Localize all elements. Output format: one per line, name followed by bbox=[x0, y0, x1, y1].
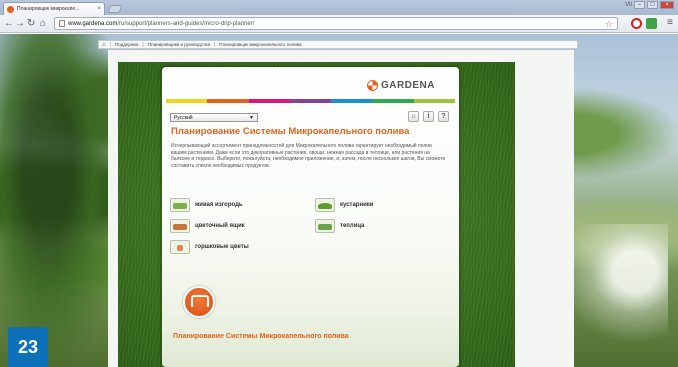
figure-number-badge: 23 bbox=[8, 327, 48, 367]
tab-close-icon[interactable]: × bbox=[97, 6, 101, 12]
browser-tab[interactable]: Планировщик микрокапе... × bbox=[3, 2, 105, 15]
tab-title: Планировщик микрокапе... bbox=[17, 6, 80, 12]
breadcrumb-planners[interactable]: Планировщики и руководства bbox=[148, 42, 210, 47]
page-icon bbox=[59, 20, 65, 27]
bookmark-star-icon[interactable]: ☆ bbox=[605, 18, 613, 30]
extension-icon[interactable] bbox=[646, 18, 657, 29]
menu-icon[interactable]: ≡ bbox=[667, 17, 673, 28]
hedge-icon[interactable] bbox=[170, 198, 190, 212]
gardena-logo[interactable]: GARDENA bbox=[366, 80, 435, 91]
minimize-button[interactable]: – bbox=[634, 1, 645, 9]
window-controls: – □ × bbox=[634, 1, 674, 9]
browser-tab-bar: Планировщик микрокапе... × Vit – □ × bbox=[0, 0, 678, 15]
language-select[interactable]: Русский ▼ bbox=[170, 113, 258, 122]
breadcrumb: ⌂ | Поддержка | Планировщики и руководст… bbox=[98, 40, 578, 49]
tree-background bbox=[0, 34, 120, 367]
option-greenhouse[interactable]: теплица bbox=[315, 219, 365, 233]
breadcrumb-current: Планировщик микрокапельного полива bbox=[219, 42, 302, 47]
option-shrubs[interactable]: кустарники bbox=[315, 198, 373, 212]
potted-flower-icon[interactable] bbox=[170, 240, 190, 254]
url-text[interactable]: www.gardena.com/ru/support/planners-and-… bbox=[68, 21, 254, 27]
option-flower-box[interactable]: цветочный ящик bbox=[170, 219, 245, 233]
opera-extension-icon[interactable] bbox=[631, 18, 642, 29]
help-button[interactable]: ? bbox=[438, 111, 449, 122]
gardena-favicon-icon bbox=[7, 5, 14, 13]
close-window-button[interactable]: × bbox=[660, 1, 674, 9]
maximize-button[interactable]: □ bbox=[647, 1, 658, 9]
breadcrumb-home-icon[interactable]: ⌂ bbox=[102, 42, 106, 48]
flower-box-icon[interactable] bbox=[170, 219, 190, 233]
new-tab-button[interactable] bbox=[107, 5, 123, 13]
greenhouse-icon[interactable] bbox=[315, 219, 335, 233]
brand-color-stripe bbox=[166, 99, 455, 103]
window-user-label[interactable]: Vit bbox=[625, 2, 632, 8]
drip-planner-card: GARDENA Русский ▼ ⌂ i ? Планирование Сис… bbox=[162, 67, 459, 367]
option-potted-flowers[interactable]: горшковые цветы bbox=[170, 240, 249, 254]
intro-text: Исчерпывающий ассортимент принадлежносте… bbox=[171, 143, 446, 169]
back-arrow-icon[interactable]: ← bbox=[4, 17, 14, 31]
info-button[interactable]: i bbox=[423, 111, 434, 122]
bottom-title: Планирование Системы Микрокапельного пол… bbox=[173, 333, 349, 340]
reload-icon[interactable]: ↻ bbox=[27, 17, 35, 31]
shrub-icon[interactable] bbox=[315, 198, 335, 212]
home-icon[interactable]: ⌂ bbox=[40, 17, 46, 31]
option-hedge[interactable]: живая изгородь bbox=[170, 198, 243, 212]
address-bar[interactable]: www.gardena.com/ru/support/planners-and-… bbox=[54, 17, 618, 30]
planner-title: Планирование Системы Микрокапельного пол… bbox=[171, 126, 410, 137]
breadcrumb-support[interactable]: Поддержка bbox=[115, 42, 138, 47]
browser-toolbar: ← → ↻ ⌂ www.gardena.com/ru/support/plann… bbox=[0, 15, 678, 33]
sprinkler-spray bbox=[558, 224, 668, 344]
micro-drip-badge-icon bbox=[183, 286, 215, 318]
gardena-logo-icon bbox=[366, 80, 378, 91]
forward-arrow-icon[interactable]: → bbox=[15, 17, 25, 31]
home-button[interactable]: ⌂ bbox=[408, 111, 419, 122]
chevron-down-icon: ▼ bbox=[249, 115, 254, 121]
